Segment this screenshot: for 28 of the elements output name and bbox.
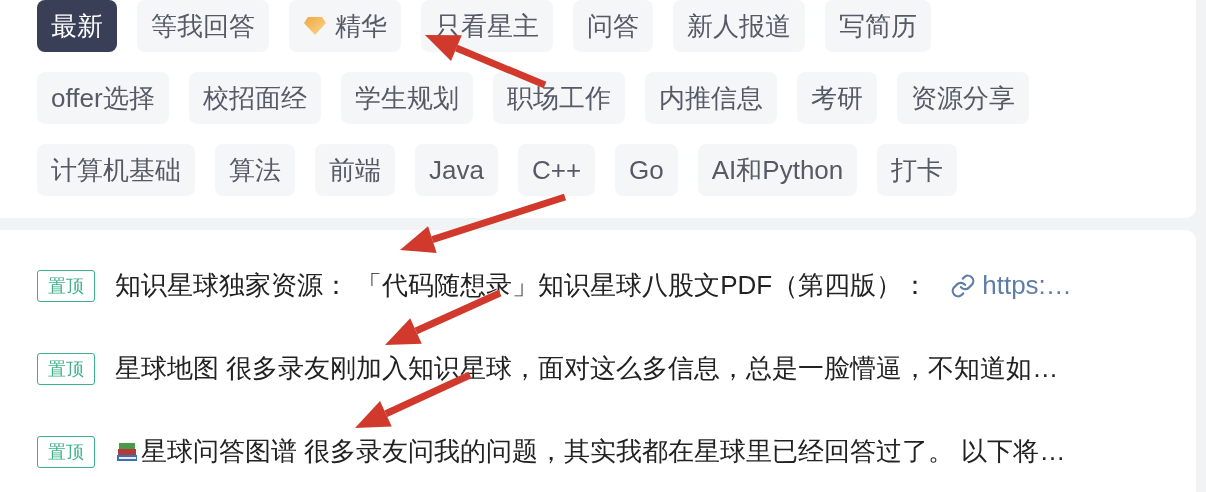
gem-icon	[303, 16, 327, 36]
pinned-badge: 置顶	[37, 269, 95, 302]
filter-tag[interactable]: 职场工作	[492, 72, 625, 124]
post-title[interactable]: 星球问答图谱 很多录友问我的问题，其实我都在星球里已经回答过了。 以下将…	[141, 434, 1066, 469]
link-icon	[950, 272, 977, 299]
filter-tag[interactable]: 内推信息	[644, 72, 777, 124]
filter-tag[interactable]: Go	[615, 144, 678, 196]
filter-tag[interactable]: 打卡	[877, 144, 958, 196]
filter-tag[interactable]: offer选择	[37, 72, 169, 124]
filter-tag[interactable]: Java	[415, 144, 498, 196]
pinned-badge: 置顶	[37, 435, 95, 468]
filter-tag[interactable]: 等我回答	[137, 0, 269, 52]
filter-tag[interactable]: 计算机基础	[37, 144, 195, 196]
post-link[interactable]: https:…	[950, 270, 1072, 301]
filter-tag[interactable]: 考研	[796, 72, 877, 124]
filter-tag[interactable]: 写简历	[825, 0, 931, 52]
filter-tag[interactable]: 精华	[289, 0, 401, 52]
filter-tag[interactable]: C++	[517, 144, 596, 196]
filter-tag[interactable]: 新人报道	[673, 0, 805, 52]
filter-tag[interactable]: AI和Python	[697, 144, 858, 196]
filter-tag[interactable]: 学生规划	[340, 72, 473, 124]
filter-tag[interactable]: 问答	[573, 0, 653, 52]
filter-tag[interactable]: 资源分享	[896, 72, 1029, 124]
pinned-badge: 置顶	[37, 352, 95, 385]
filter-tag[interactable]: 最新	[37, 0, 117, 52]
filter-tag[interactable]: 算法	[215, 144, 295, 196]
filter-tag[interactable]: 校招面经	[188, 72, 321, 124]
filter-tag[interactable]: 前端	[315, 144, 395, 196]
